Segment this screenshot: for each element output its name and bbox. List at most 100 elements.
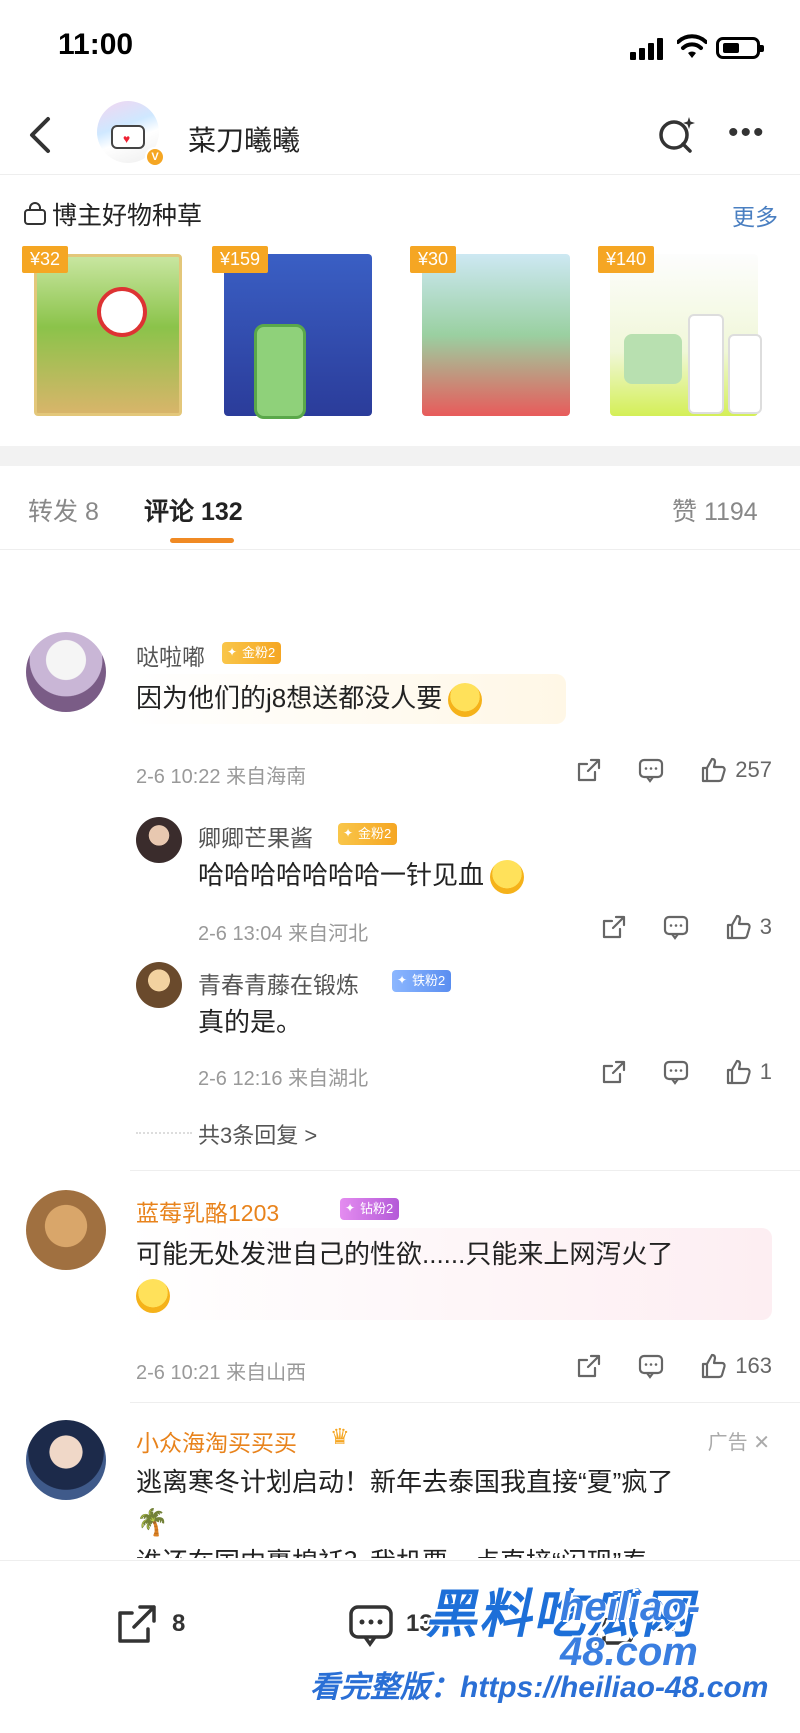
- repost-count: 8: [172, 1610, 186, 1637]
- goods-more-link[interactable]: 更多: [732, 198, 778, 232]
- like-icon[interactable]: [699, 1352, 727, 1380]
- like-count: 3: [759, 914, 772, 939]
- like-icon[interactable]: [724, 913, 752, 941]
- more-options-button[interactable]: •••: [728, 118, 766, 148]
- goods-section: 博主好物种草 更多 ¥32 ¥159 ¥30 ¥140: [0, 176, 800, 446]
- comment-text: 因为他们的j8想送都没人要: [136, 678, 483, 718]
- tab-comments[interactable]: 评论 132: [144, 492, 243, 528]
- price-tag: ¥159: [212, 246, 269, 273]
- crown-icon: ♛: [330, 1424, 350, 1449]
- toolbar-repost-button[interactable]: 8: [112, 1599, 185, 1649]
- reply-username[interactable]: 卿卿芒果酱: [198, 819, 313, 853]
- tab-indicator: [170, 538, 234, 543]
- comment-text: 可能无处发泄自己的性欲......只能来上网泻火了: [136, 1234, 756, 1314]
- goods-header: 博主好物种草: [22, 196, 202, 232]
- ad-label-text: 广告: [707, 1432, 748, 1454]
- avatar[interactable]: [26, 632, 106, 712]
- toolbar-comment-button[interactable]: 13: [346, 1599, 433, 1649]
- comment-separator: [130, 1402, 800, 1403]
- reply-meta: 2-6 13:04 来自河北: [198, 923, 369, 945]
- comment-separator: [130, 1170, 800, 1171]
- nav-bar: ♥ V 菜刀曦曦 •••: [0, 95, 800, 175]
- tab-repost[interactable]: 转发 8: [28, 492, 99, 528]
- section-divider: [0, 446, 800, 466]
- interaction-tabs: 转发 8 评论 132 赞 1194: [0, 466, 800, 550]
- share-icon[interactable]: [575, 756, 603, 784]
- price-tag: ¥140: [598, 246, 655, 273]
- share-icon[interactable]: [600, 1058, 628, 1086]
- verified-badge-icon: V: [145, 147, 165, 167]
- surprised-emoji-icon: [136, 1279, 170, 1314]
- status-bar: 11:00: [0, 0, 800, 95]
- reply-text: 真的是。: [198, 1007, 303, 1037]
- wifi-icon: [677, 34, 707, 58]
- reply-actions: 3: [566, 913, 772, 941]
- page-title[interactable]: 菜刀曦曦: [188, 119, 300, 159]
- product-card[interactable]: ¥30: [410, 246, 570, 421]
- like-count: 1: [759, 1059, 772, 1084]
- bag-icon: [24, 202, 46, 225]
- palm-tree-icon: 🌴: [136, 1507, 169, 1537]
- laughing-emoji-icon: [490, 860, 525, 895]
- share-icon[interactable]: [575, 1352, 603, 1380]
- reply-dotline: [136, 1132, 192, 1134]
- reply-username[interactable]: 青春青藤在锻炼: [198, 966, 359, 1000]
- fan-badge: 金粉2: [338, 823, 398, 845]
- crown-emoji-icon: [448, 683, 483, 718]
- comment-text-content: 可能无处发泄自己的性欲......只能来上网泻火了: [136, 1239, 674, 1269]
- like-count: 257: [735, 757, 772, 782]
- like-icon[interactable]: [699, 756, 727, 784]
- tab-likes[interactable]: 赞 1194: [672, 492, 758, 528]
- ad-text: 逃离寒冬计划启动！新年去泰国我直接“夏”疯了 🌴 谁还在国内裹棉袄？我机票一点直…: [136, 1462, 776, 1558]
- back-button[interactable]: [20, 113, 60, 157]
- fan-badge: 铁粉2: [392, 970, 452, 992]
- comment-icon[interactable]: [662, 1058, 690, 1086]
- comment-username[interactable]: 哒啦嘟: [136, 638, 205, 672]
- comment-icon[interactable]: [662, 913, 690, 941]
- avatar[interactable]: [136, 962, 182, 1008]
- price-tag: ¥30: [410, 246, 457, 273]
- more-replies-link[interactable]: 共3条回复 >: [198, 1118, 317, 1150]
- fan-badge: 钻粉2: [340, 1198, 400, 1220]
- product-image: [422, 254, 570, 416]
- reply-text: 哈哈哈哈哈哈哈一针见血: [198, 855, 525, 895]
- avatar[interactable]: [26, 1190, 106, 1270]
- battery-icon: [716, 37, 764, 59]
- fan-badge: 金粉2: [222, 642, 282, 664]
- avatar[interactable]: [136, 817, 182, 863]
- repost-icon: [118, 1605, 156, 1643]
- reply-meta: 2-6 12:16 来自湖北: [198, 1068, 369, 1090]
- comment-actions: 257: [541, 756, 772, 784]
- comment-meta: 2-6 10:21 来自山西: [136, 1362, 307, 1384]
- product-image: [224, 254, 372, 419]
- signal-icon: [630, 38, 666, 60]
- comment-actions: 163: [541, 1352, 772, 1380]
- comment-icon[interactable]: [637, 1352, 665, 1380]
- comment-icon[interactable]: [637, 756, 665, 784]
- product-card[interactable]: ¥32: [22, 246, 182, 421]
- like-count: 163: [735, 1353, 772, 1378]
- product-image: [34, 254, 182, 416]
- ad-text-line1: 逃离寒冬计划启动！新年去泰国我直接“夏”疯了: [136, 1467, 674, 1497]
- comment-meta: 2-6 10:22 来自海南: [136, 766, 307, 788]
- ad-label[interactable]: 广告 ✕: [708, 1426, 770, 1455]
- ad-comment-item: 小众海淘买买买 ♛ 广告 ✕ 逃离寒冬计划启动！新年去泰国我直接“夏”疯了 🌴 …: [0, 1418, 800, 1558]
- reply-text-content: 哈哈哈哈哈哈哈一针见血: [198, 860, 485, 890]
- search-icon[interactable]: [655, 113, 699, 157]
- product-card[interactable]: ¥159: [212, 246, 372, 421]
- goods-header-label: 博主好物种草: [52, 202, 203, 230]
- comment-icon: [349, 1605, 393, 1648]
- status-time: 11:00: [58, 28, 134, 61]
- comment-username[interactable]: 蓝莓乳酪1203: [136, 1194, 279, 1228]
- avatar[interactable]: [26, 1420, 106, 1500]
- product-image: [610, 254, 762, 416]
- reply-actions: 1: [566, 1058, 772, 1086]
- ad-username[interactable]: 小众海淘买买买: [136, 1424, 297, 1458]
- product-card[interactable]: ¥140: [598, 246, 762, 421]
- price-tag: ¥32: [22, 246, 69, 273]
- watermark-line: 看完整版：https://heiliao-48.com: [310, 1671, 769, 1704]
- comment-text-content: 因为他们的j8想送都没人要: [136, 683, 443, 713]
- share-icon[interactable]: [600, 913, 628, 941]
- ad-text-line2: 谁还在国内裹棉袄？我机票一点直接“闪现”泰: [136, 1547, 647, 1558]
- like-icon[interactable]: [724, 1058, 752, 1086]
